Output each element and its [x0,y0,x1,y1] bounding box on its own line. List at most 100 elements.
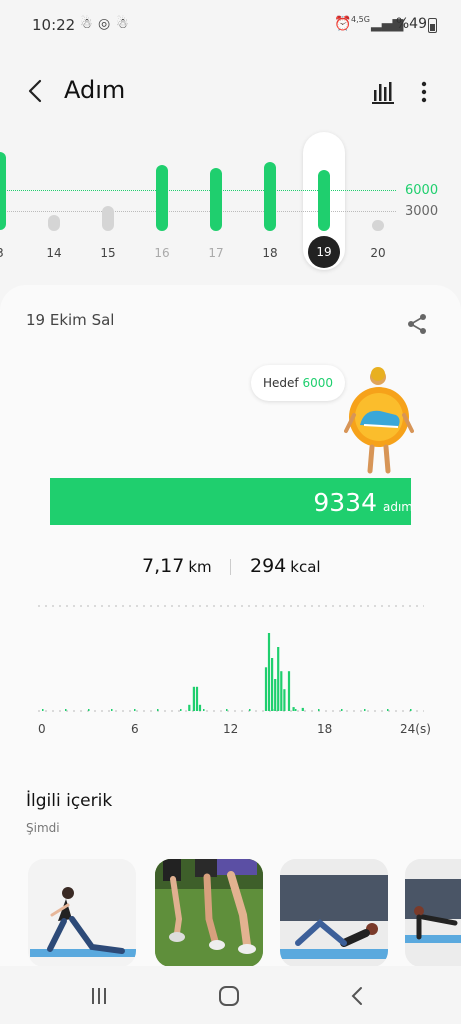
hourly-bar [274,679,277,711]
day-bar-17[interactable] [210,168,222,231]
calorie-unit: kcal [290,558,321,576]
day-label: 17 [208,246,224,260]
hourly-baseline-tick [134,709,136,711]
trends-button[interactable] [368,78,400,106]
notification-icon-2: ☃ [116,16,129,32]
distance-value: 7,17 [142,555,185,577]
goal-prefix: Hedef [263,376,299,390]
hourly-baseline-tick [272,709,274,711]
day-bar-16[interactable] [156,165,168,231]
hourly-bar [195,686,199,711]
hourly-baseline-tick [410,709,412,711]
hourly-baseline-tick [295,709,297,711]
hourly-step-chart [38,605,424,712]
related-thumbnail-3[interactable] [280,859,388,967]
battery-icon [428,18,437,33]
hourly-bar [280,671,283,711]
calories: 294 kcal [250,555,321,577]
hourly-baseline-tick [387,709,389,711]
hour-tick: 0 [38,722,46,736]
hourly-bar [301,707,304,711]
hourly-baseline-tick [226,709,228,711]
status-time: 10:22 [32,16,76,34]
step-count-unit: adım [383,500,413,514]
related-thumbnail-1[interactable] [28,859,136,967]
notification-icon: ☃ [80,16,93,32]
related-thumbnail-4[interactable] [405,859,461,967]
day-label: 16 [154,246,170,260]
nav-back-button[interactable] [346,984,370,1008]
back-arrow-icon [28,79,42,103]
mid-line [0,211,396,212]
hourly-bar [292,707,295,711]
hourly-baseline-tick [111,709,113,711]
hourly-bar [198,704,202,711]
back-button[interactable] [22,76,52,106]
battery-percent: %49 [395,16,427,32]
recent-apps-button[interactable] [87,984,111,1008]
nav-back-icon [351,987,362,1005]
plank-exercise-image [405,859,461,967]
hourly-bar [283,689,286,711]
shoe-mascot-icon [344,367,414,474]
bar-chart-icon [372,82,394,104]
day-bar-14[interactable] [48,215,60,231]
mid-line-label: 3000 [405,204,439,219]
hour-tick: 6 [131,722,139,736]
hourly-baseline-tick [88,709,90,711]
goal-line-label: 6000 [405,183,439,198]
hourly-bar [287,671,291,711]
hourly-baseline-tick [203,709,205,711]
hourly-baseline-tick [42,709,44,711]
distance-unit: km [188,558,212,576]
hourly-baseline-tick [341,709,343,711]
hourly-baseline-tick [364,709,366,711]
daily-detail-card: 19 Ekim Sal Hedef 6000 9334 adım 7,17 km 2… [0,285,461,1024]
goal-value: 6000 [302,376,334,390]
hour-tick: 18 [317,722,333,736]
day-bar-20[interactable] [372,220,384,231]
calorie-value: 294 [250,555,287,577]
stats-row: 7,17 km 294 kcal [0,555,461,585]
day-bar-3[interactable] [0,152,6,230]
share-button[interactable] [406,313,428,335]
more-options-button[interactable] [414,76,434,108]
hourly-bar [271,658,274,711]
day-bar-15[interactable] [102,206,114,231]
day-bar-19[interactable] [318,170,330,231]
hourly-baseline-tick [180,709,182,711]
day-label: 18 [262,246,278,260]
weekly-step-chart[interactable]: 6000 3000 3 14 15 16 17 18 19 20 [0,128,461,278]
hourly-bar [264,667,268,711]
page-title: Adım [64,76,126,104]
recent-apps-icon [92,988,106,1004]
step-count-value: 9334 [313,488,377,517]
hourly-baseline-tick [65,709,67,711]
hourly-baseline-tick [318,709,320,711]
stretch-exercise-image [28,859,136,967]
hourly-bar [192,686,195,711]
goal-line [0,190,396,191]
alarm-icon: ⏰ [334,16,352,32]
hourly-bar [188,704,191,711]
system-nav-bar [0,966,461,1024]
running-legs-image [155,859,263,967]
app-bar: Adım [0,62,461,122]
day-label: 3 [0,246,15,260]
hour-tick: 24(s) [400,722,431,736]
day-bar-18[interactable] [264,162,276,231]
instagram-icon: ◎ [98,16,111,32]
selected-day-label[interactable]: 19 [308,236,340,268]
related-content-subtitle: Şimdi [26,821,60,835]
related-thumbnail-2[interactable] [155,859,263,967]
situp-exercise-image [280,859,388,967]
day-label: 14 [46,246,62,260]
more-vertical-icon [421,81,427,103]
hourly-baseline-tick [157,709,159,711]
home-button[interactable] [217,984,241,1008]
goal-bubble: Hedef 6000 [251,365,346,401]
day-label: 15 [100,246,116,260]
hour-tick: 12 [223,722,239,736]
hourly-baseline-tick [249,709,251,711]
share-icon [408,314,426,334]
